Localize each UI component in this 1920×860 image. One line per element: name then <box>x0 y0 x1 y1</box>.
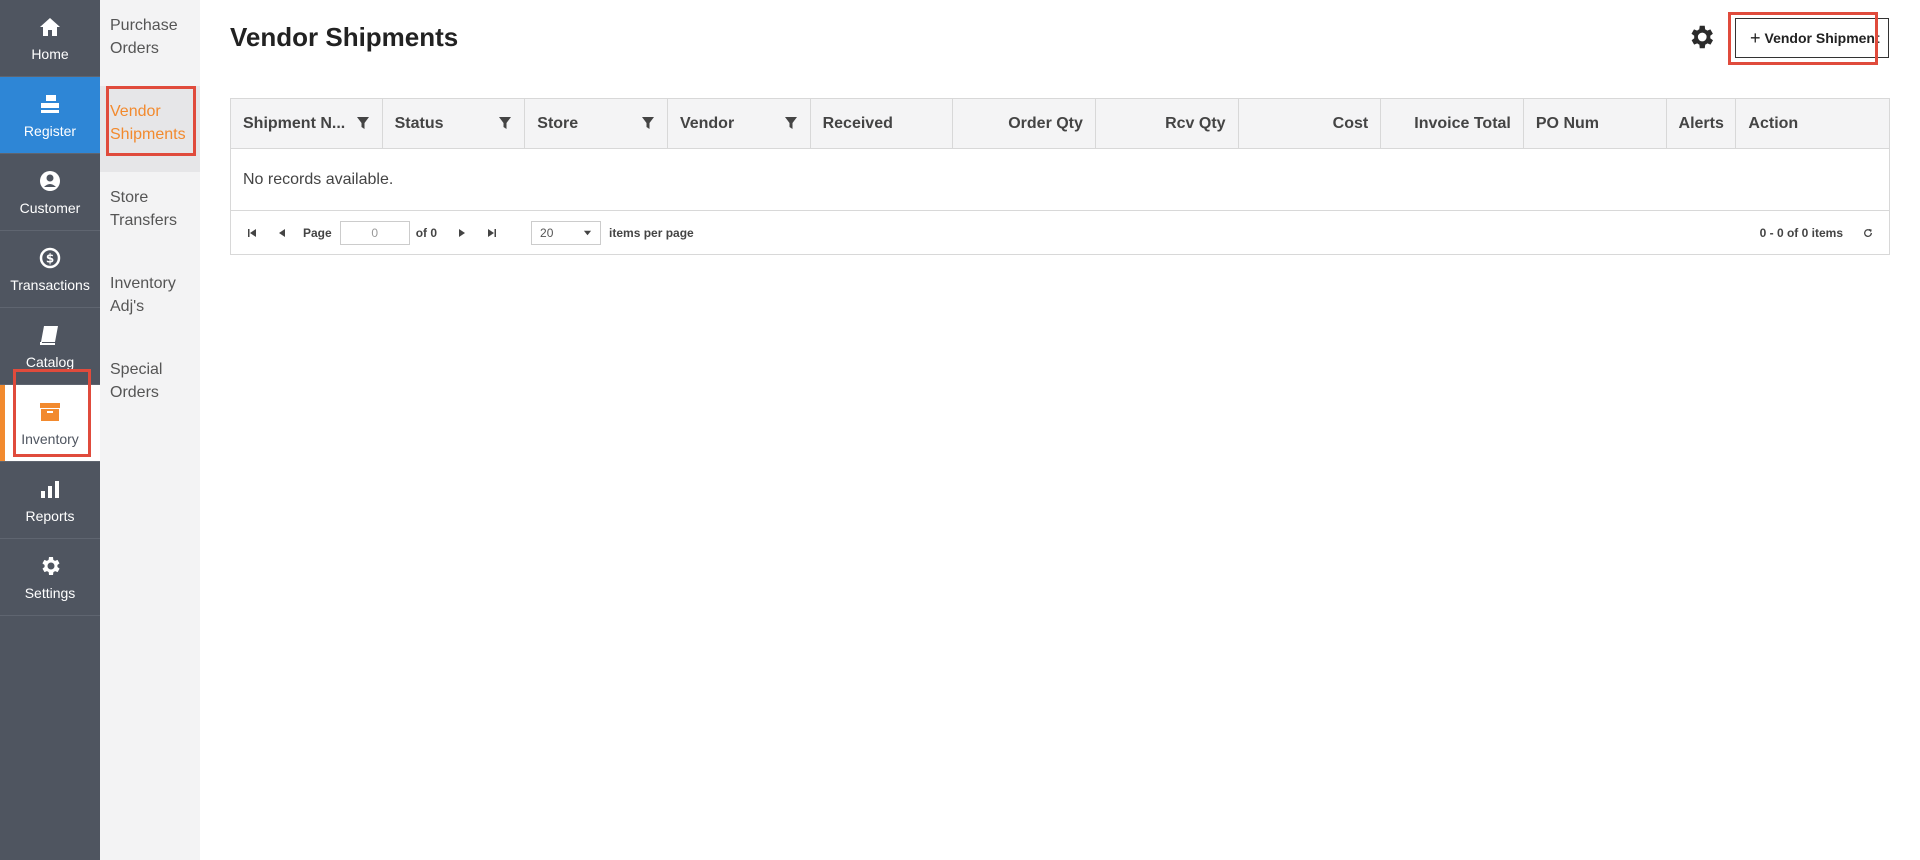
page-count-label: of 0 <box>415 225 438 240</box>
nav-transactions-label: Transactions <box>10 277 90 293</box>
nav-transactions[interactable]: $ Transactions <box>0 231 100 308</box>
filter-icon[interactable] <box>498 116 512 130</box>
last-page-icon[interactable] <box>483 224 501 242</box>
nav-customer[interactable]: Customer <box>0 154 100 231</box>
grid-empty-message: No records available. <box>231 149 1889 211</box>
column-header-vendor[interactable]: Vendor <box>668 99 811 148</box>
svg-text:$: $ <box>46 252 54 266</box>
add-vendor-shipment-button[interactable]: + Vendor Shipment <box>1735 18 1889 58</box>
grid-settings-gear-icon[interactable] <box>1686 22 1716 52</box>
reports-icon <box>37 476 63 502</box>
filter-icon[interactable] <box>784 116 798 130</box>
grid-header-row: Shipment N... Status Store Vendor Receiv… <box>231 99 1889 149</box>
column-header-status[interactable]: Status <box>383 99 526 148</box>
nav-reports[interactable]: Reports <box>0 462 100 539</box>
column-header-shipment-number[interactable]: Shipment N... <box>231 99 383 148</box>
nav-catalog[interactable]: Catalog <box>0 308 100 385</box>
nav-catalog-label: Catalog <box>25 354 75 370</box>
column-header-po-num[interactable]: PO Num <box>1524 99 1667 148</box>
inventory-submenu: Purchase Orders Vendor Shipments Store T… <box>100 0 200 860</box>
nav-customer-label: Customer <box>19 200 81 216</box>
items-per-page-label: items per page <box>609 225 694 240</box>
inventory-icon <box>37 399 63 425</box>
vendor-shipments-grid: Shipment N... Status Store Vendor Receiv… <box>230 98 1890 255</box>
catalog-icon <box>37 322 63 348</box>
submenu-special-orders[interactable]: Special Orders <box>100 344 200 430</box>
grid-pager: Page of 0 20 items per page 0 - 0 of 0 i… <box>231 211 1889 254</box>
column-header-alerts[interactable]: Alerts <box>1667 99 1737 148</box>
add-vendor-shipment-label: Vendor Shipment <box>1764 30 1880 46</box>
refresh-icon[interactable] <box>1859 224 1877 242</box>
nav-settings[interactable]: Settings <box>0 539 100 616</box>
filter-icon[interactable] <box>641 116 655 130</box>
page-number-input[interactable] <box>339 220 410 245</box>
register-icon <box>37 91 63 117</box>
page-size-value: 20 <box>540 225 554 240</box>
page-label: Page <box>303 225 332 240</box>
nav-register-label: Register <box>23 123 77 139</box>
column-header-received[interactable]: Received <box>811 99 954 148</box>
next-page-icon[interactable] <box>453 224 471 242</box>
nav-inventory-label: Inventory <box>21 431 79 447</box>
column-header-cost[interactable]: Cost <box>1239 99 1382 148</box>
main-nav-rail: Home Register Customer $ Transactions Ca… <box>0 0 100 860</box>
plus-icon: + <box>1750 27 1761 48</box>
column-header-invoice-total[interactable]: Invoice Total <box>1381 99 1524 148</box>
home-icon <box>37 14 63 40</box>
chevron-down-icon <box>583 226 592 240</box>
filter-icon[interactable] <box>356 116 370 130</box>
column-header-rcv-qty[interactable]: Rcv Qty <box>1096 99 1239 148</box>
nav-register[interactable]: Register <box>0 77 100 154</box>
page-title: Vendor Shipments <box>230 22 459 52</box>
column-header-order-qty[interactable]: Order Qty <box>953 99 1096 148</box>
nav-inventory[interactable]: Inventory <box>0 385 100 462</box>
submenu-vendor-shipments[interactable]: Vendor Shipments <box>100 86 200 172</box>
submenu-purchase-orders[interactable]: Purchase Orders <box>100 0 200 86</box>
nav-home-label: Home <box>31 46 69 62</box>
settings-icon <box>37 553 63 579</box>
first-page-icon[interactable] <box>243 224 261 242</box>
transactions-icon: $ <box>37 245 63 271</box>
previous-page-icon[interactable] <box>273 224 291 242</box>
pager-summary: 0 - 0 of 0 items <box>1759 225 1843 240</box>
column-header-store[interactable]: Store <box>525 99 668 148</box>
nav-home[interactable]: Home <box>0 0 100 77</box>
column-header-action: Action <box>1748 114 1799 132</box>
submenu-inventory-adjs[interactable]: Inventory Adj's <box>100 258 200 344</box>
page-size-select[interactable]: 20 <box>531 220 602 245</box>
nav-reports-label: Reports <box>25 508 75 524</box>
nav-settings-label: Settings <box>24 585 76 601</box>
submenu-store-transfers[interactable]: Store Transfers <box>100 172 200 258</box>
customer-icon <box>37 168 63 194</box>
